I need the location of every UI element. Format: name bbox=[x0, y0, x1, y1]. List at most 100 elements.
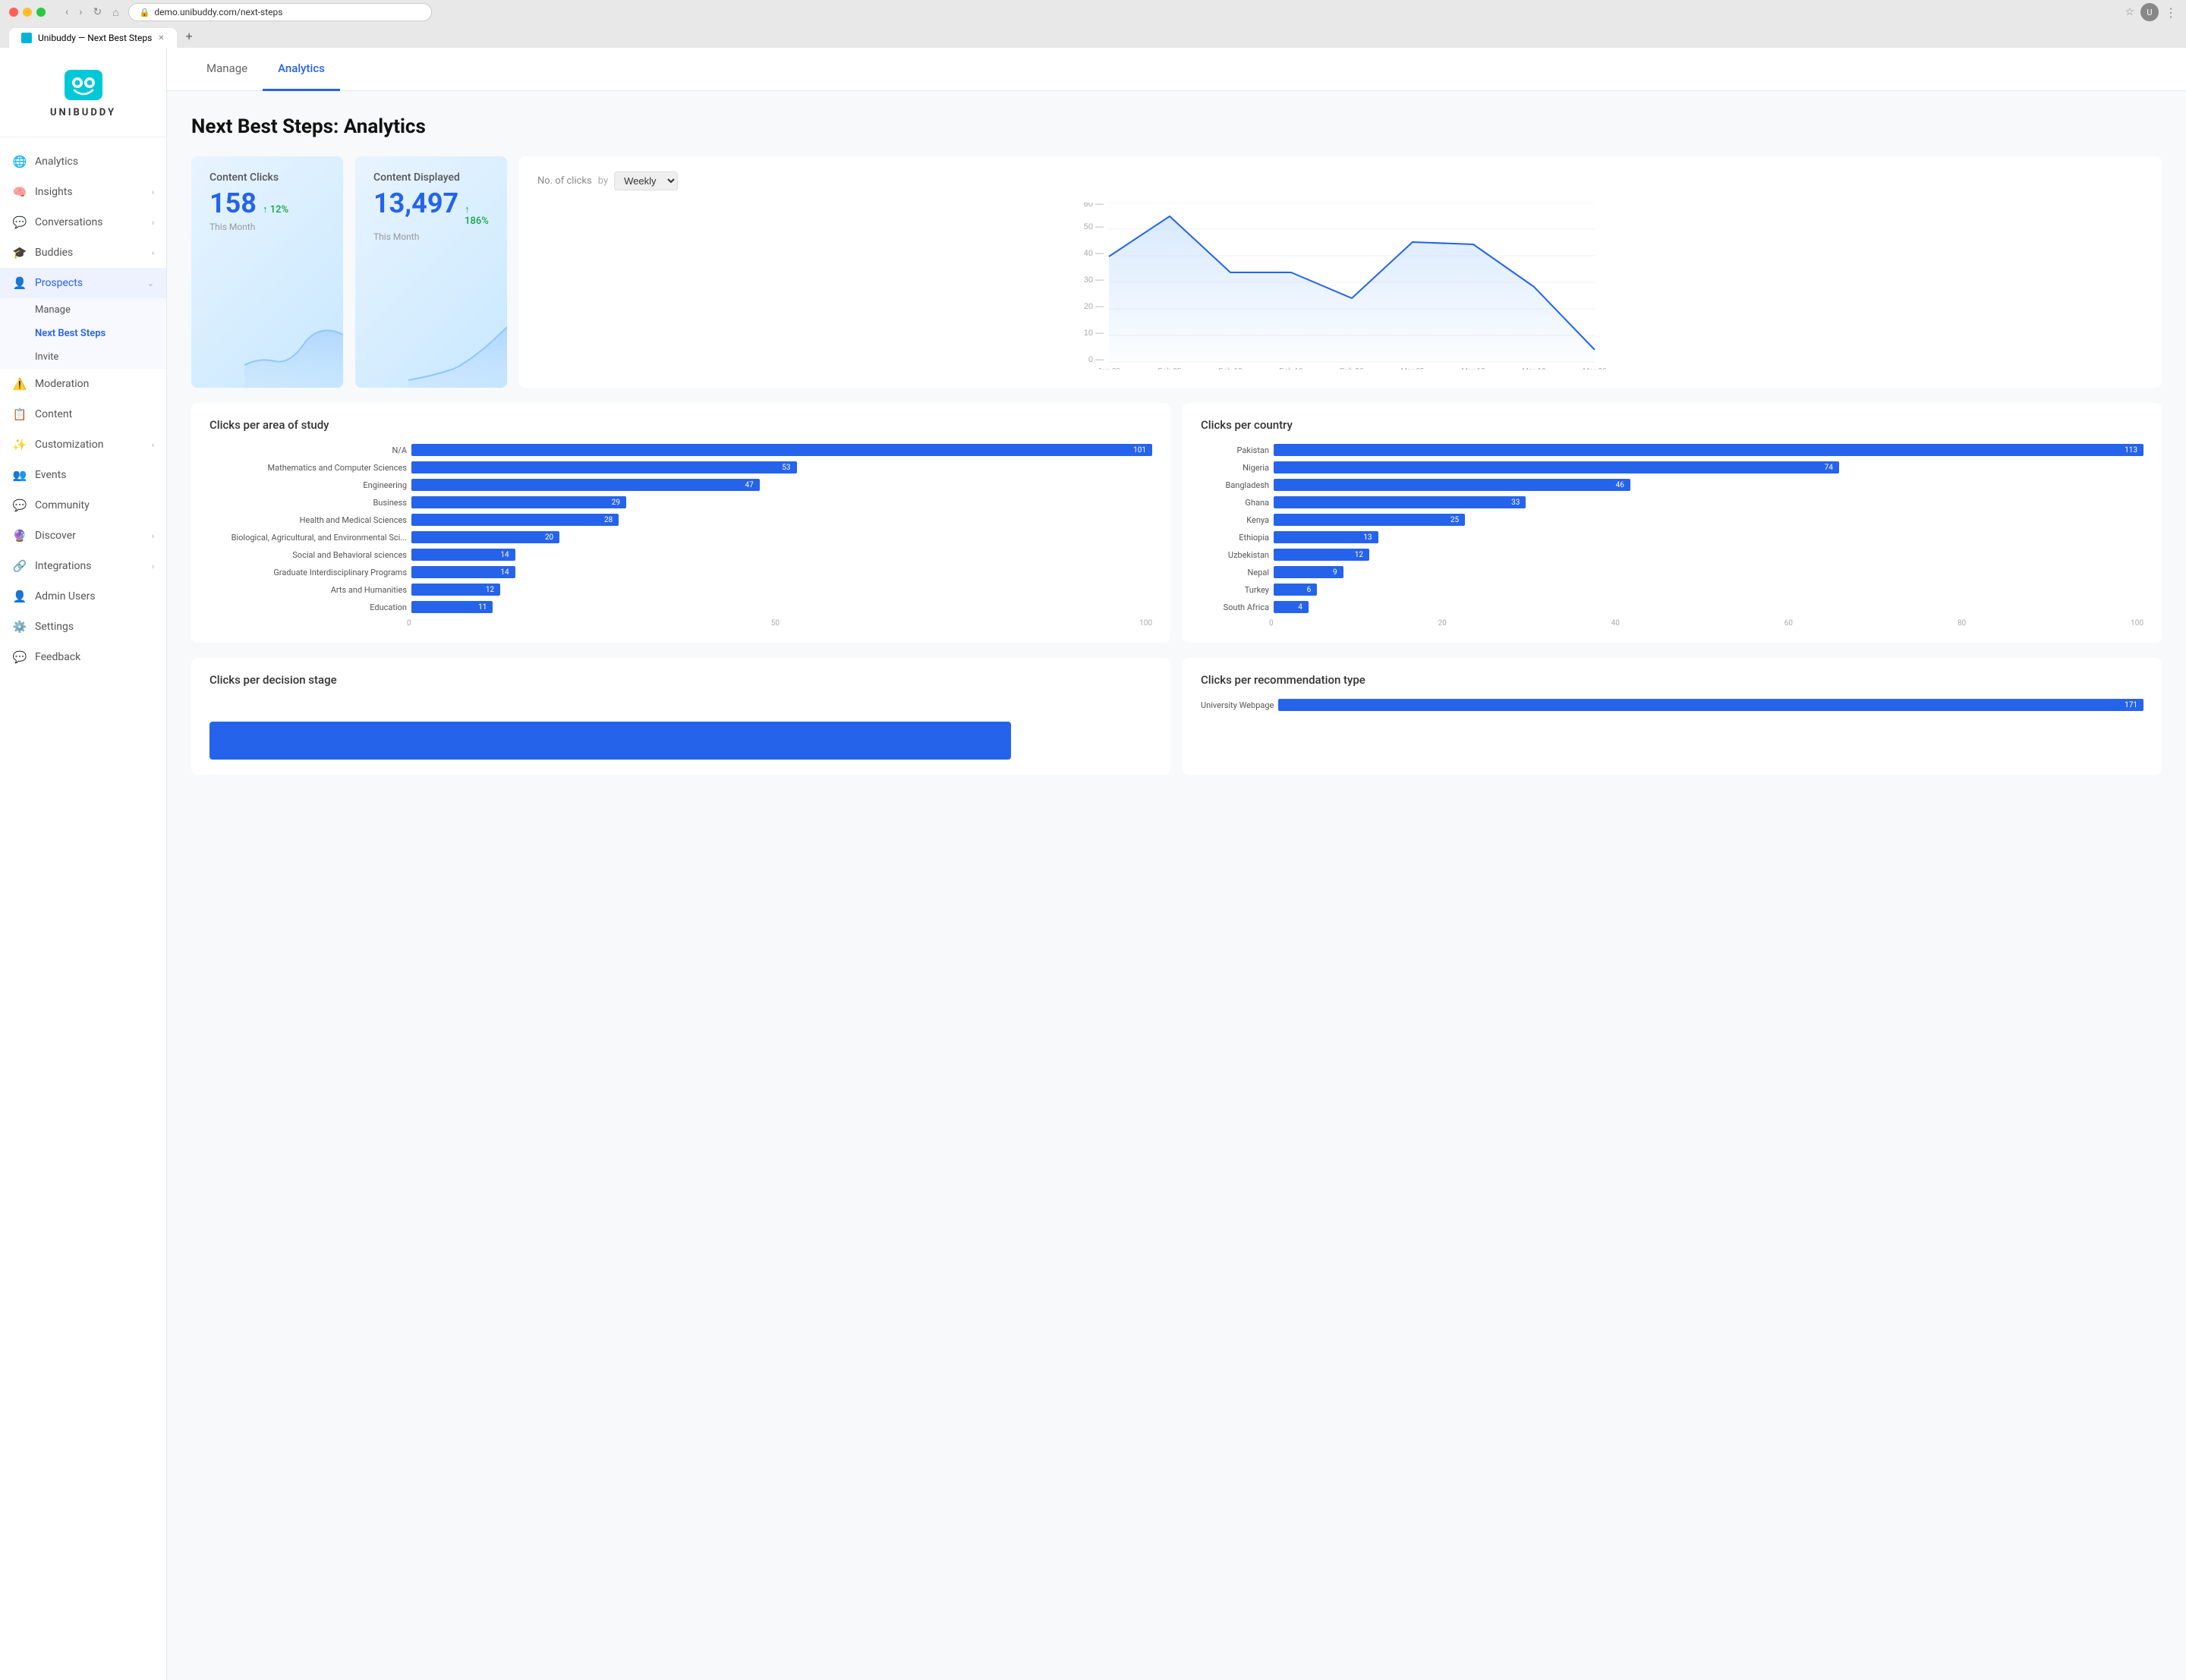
bar-container-na: 101 bbox=[411, 444, 1152, 456]
sidebar-label-community: Community bbox=[35, 499, 90, 511]
bar-row-university-webpage: University Webpage 171 bbox=[1201, 699, 2143, 711]
page-content-area: Next Best Steps: Analytics Content Click… bbox=[167, 91, 2186, 1680]
decision-chart-title: Clicks per decision stage bbox=[209, 673, 1152, 687]
sidebar-item-community[interactable]: 💬 Community bbox=[0, 490, 166, 521]
bar-label-bus: Business bbox=[209, 498, 407, 508]
tab-analytics[interactable]: Analytics bbox=[263, 48, 340, 91]
sidebar-item-events[interactable]: 👥 Events bbox=[0, 460, 166, 490]
chart-header: No. of clicks by Weekly Monthly Daily bbox=[537, 171, 2143, 190]
content-displayed-period: This Month bbox=[373, 231, 489, 242]
svg-text:10 —: 10 — bbox=[1084, 329, 1104, 338]
bar-label-cs: Mathematics and Computer Sciences bbox=[209, 463, 407, 473]
bar-row-soc: Social and Behavioral sciences 14 bbox=[209, 549, 1152, 561]
sidebar-label-buddies: Buddies bbox=[35, 247, 73, 259]
sidebar-subitem-manage[interactable]: Manage bbox=[0, 298, 166, 322]
tab-manage[interactable]: Manage bbox=[191, 48, 263, 91]
sidebar-item-settings[interactable]: ⚙️ Settings bbox=[0, 612, 166, 642]
menu-icon[interactable]: ⋮ bbox=[2165, 5, 2177, 20]
bar-bus: 29 bbox=[411, 496, 626, 508]
app-container: UNIBUDDY 🌐 Analytics 🧠 Insights › 💬 Conv… bbox=[0, 48, 2186, 1680]
bar-container-soc: 14 bbox=[411, 549, 1152, 561]
close-window-button[interactable] bbox=[9, 8, 18, 17]
sidebar-label-content: Content bbox=[35, 408, 72, 420]
sidebar-subitem-next-best-steps[interactable]: Next Best Steps bbox=[0, 322, 166, 345]
prospects-icon: 👤 bbox=[12, 275, 27, 291]
sidebar-item-prospects[interactable]: 👤 Prospects ⌄ bbox=[0, 268, 166, 298]
period-select[interactable]: Weekly Monthly Daily bbox=[614, 171, 678, 190]
home-button[interactable]: ⌂ bbox=[109, 5, 121, 20]
svg-text:Feb 12: Feb 12 bbox=[1218, 367, 1243, 370]
sidebar-item-discover[interactable]: 🔮 Discover › bbox=[0, 521, 166, 551]
svg-text:Mar 12: Mar 12 bbox=[1461, 367, 1485, 370]
bar-container-nepal: 9 bbox=[1274, 566, 2143, 578]
bar-label-arts: Arts and Humanities bbox=[209, 585, 407, 595]
back-button[interactable]: ‹ bbox=[62, 5, 71, 20]
bar-label-turkey: Turkey bbox=[1201, 585, 1269, 595]
sidebar-item-conversations[interactable]: 💬 Conversations › bbox=[0, 207, 166, 238]
bar-container-edu: 11 bbox=[411, 601, 1152, 613]
sidebar-label-settings: Settings bbox=[35, 621, 74, 633]
sidebar-item-moderation[interactable]: ⚠️ Moderation bbox=[0, 369, 166, 399]
bar-label-grad: Graduate Interdisciplinary Programs bbox=[209, 568, 407, 577]
prospects-submenu: Manage Next Best Steps Invite bbox=[0, 298, 166, 369]
settings-icon: ⚙️ bbox=[12, 619, 27, 634]
bar-row-eng: Engineering 47 bbox=[209, 479, 1152, 491]
bar-uzbekistan: 12 bbox=[1274, 549, 1369, 561]
top-tab-bar: Manage Analytics bbox=[167, 48, 2186, 91]
analytics-icon: 🌐 bbox=[12, 154, 27, 169]
bar-value-med: 28 bbox=[604, 516, 616, 524]
bar-row-ghana: Ghana 33 bbox=[1201, 496, 2143, 508]
bar-row-pakistan: Pakistan 113 bbox=[1201, 444, 2143, 456]
bar-container-ethiopia: 13 bbox=[1274, 531, 2143, 543]
c-axis-40: 40 bbox=[1611, 619, 1620, 628]
bar-charts-row-2: Clicks per decision stage Clicks per rec… bbox=[191, 658, 2162, 775]
forward-button[interactable]: › bbox=[76, 5, 85, 20]
reload-button[interactable]: ↻ bbox=[90, 5, 105, 20]
bar-value-bio: 20 bbox=[545, 533, 556, 542]
bar-value-grad: 14 bbox=[500, 568, 512, 577]
bar-container-eng: 47 bbox=[411, 479, 1152, 491]
decision-chart-card: Clicks per decision stage bbox=[191, 658, 1170, 775]
content-clicks-label: Content Clicks bbox=[209, 171, 325, 184]
profile-avatar[interactable]: U bbox=[2140, 3, 2159, 21]
content-icon: 📋 bbox=[12, 407, 27, 422]
recommendation-chart-bars: University Webpage 171 bbox=[1201, 699, 2143, 711]
bar-edu: 11 bbox=[411, 601, 493, 613]
svg-text:Feb 19: Feb 19 bbox=[1279, 367, 1303, 370]
url-text: demo.unibuddy.com/next-steps bbox=[154, 7, 282, 17]
minimize-window-button[interactable] bbox=[23, 8, 32, 17]
bar-label-ethiopia: Ethiopia bbox=[1201, 533, 1269, 543]
sidebar: UNIBUDDY 🌐 Analytics 🧠 Insights › 💬 Conv… bbox=[0, 48, 167, 1680]
sidebar-item-insights[interactable]: 🧠 Insights › bbox=[0, 177, 166, 207]
bookmark-icon[interactable]: ☆ bbox=[2125, 6, 2134, 18]
tab-close-button[interactable]: ✕ bbox=[158, 34, 164, 42]
bar-container-uzbekistan: 12 bbox=[1274, 549, 2143, 561]
discover-icon: 🔮 bbox=[12, 528, 27, 543]
maximize-window-button[interactable] bbox=[36, 8, 46, 17]
bar-soc: 14 bbox=[411, 549, 515, 561]
svg-text:Mar 05: Mar 05 bbox=[1400, 367, 1425, 370]
new-tab-button[interactable]: + bbox=[178, 24, 200, 48]
sidebar-item-integrations[interactable]: 🔗 Integrations › bbox=[0, 551, 166, 581]
bar-eng: 47 bbox=[411, 479, 760, 491]
bar-label-ghana: Ghana bbox=[1201, 498, 1269, 508]
line-chart-svg: 0 — 10 — 20 — 30 — 40 — 50 — 60 — bbox=[537, 203, 2143, 370]
bar-container-ghana: 33 bbox=[1274, 496, 2143, 508]
active-tab[interactable]: Unibuddy — Next Best Steps ✕ bbox=[9, 28, 177, 48]
sidebar-item-feedback[interactable]: 💬 Feedback bbox=[0, 642, 166, 672]
bar-label-na: N/A bbox=[209, 445, 407, 455]
svg-text:Feb 05: Feb 05 bbox=[1158, 367, 1182, 370]
window-controls bbox=[9, 8, 46, 17]
sidebar-label-customization: Customization bbox=[35, 439, 103, 451]
sidebar-item-content[interactable]: 📋 Content bbox=[0, 399, 166, 429]
address-bar[interactable]: 🔒 demo.unibuddy.com/next-steps bbox=[128, 3, 432, 21]
bar-value-cs: 53 bbox=[782, 464, 793, 472]
bar-row-med: Health and Medical Sciences 28 bbox=[209, 514, 1152, 526]
sidebar-subitem-invite[interactable]: Invite bbox=[0, 345, 166, 369]
buddies-icon: 🎓 bbox=[12, 245, 27, 260]
sidebar-item-buddies[interactable]: 🎓 Buddies › bbox=[0, 238, 166, 268]
sidebar-item-analytics[interactable]: 🌐 Analytics bbox=[0, 146, 166, 177]
sidebar-item-admin-users[interactable]: 👤 Admin Users bbox=[0, 581, 166, 612]
sidebar-item-customization[interactable]: ✨ Customization › bbox=[0, 429, 166, 460]
content-displayed-change: ↑ 186% bbox=[465, 203, 489, 227]
